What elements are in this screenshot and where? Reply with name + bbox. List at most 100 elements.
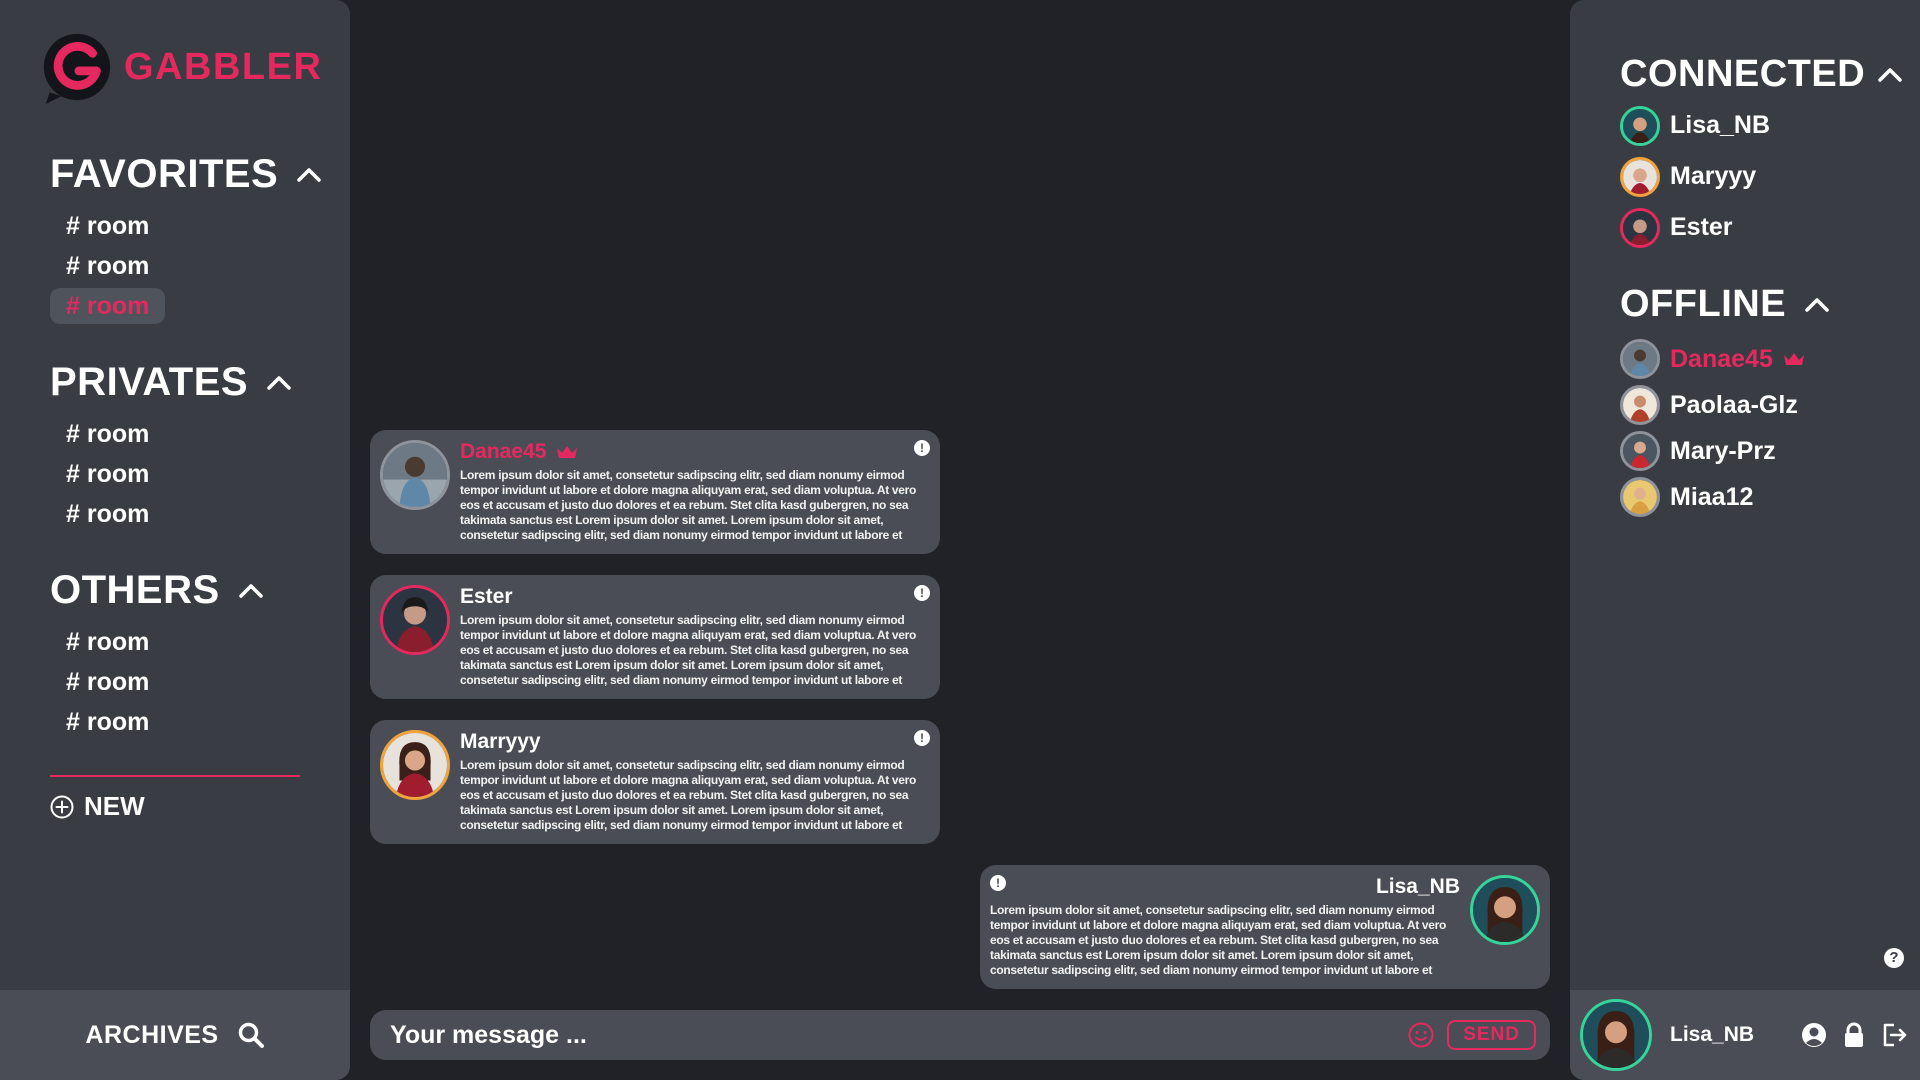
chevron-up-icon[interactable] xyxy=(1804,295,1830,313)
user-name: Maryyy xyxy=(1670,162,1757,190)
user-item[interactable]: Paolaa-Glz xyxy=(1620,382,1830,428)
user-item[interactable]: Maryyy xyxy=(1620,151,1903,202)
search-icon[interactable] xyxy=(237,1021,265,1049)
message-author[interactable]: Marryyy xyxy=(460,730,541,754)
room-item-active[interactable]: # room xyxy=(50,288,166,324)
room-list: # room # room # room xyxy=(50,208,322,328)
author-name: Marryyy xyxy=(460,730,541,753)
offline-section: OFFLINE Danae45 Paolaa-Glz Mary-Prz Miaa… xyxy=(1620,282,1830,520)
user-item[interactable]: Ester xyxy=(1620,202,1903,253)
chevron-up-icon[interactable] xyxy=(296,165,322,183)
avatar-image xyxy=(383,443,447,507)
room-item[interactable]: # room xyxy=(50,248,165,284)
chevron-up-icon[interactable] xyxy=(266,373,292,391)
info-icon[interactable]: ! xyxy=(914,730,930,746)
user-name: Ester xyxy=(1670,213,1733,241)
send-button[interactable]: SEND xyxy=(1447,1020,1536,1050)
message-card: Danae45 ! Lorem ipsum dolor sit amet, co… xyxy=(370,430,940,554)
archives-button[interactable]: ARCHIVES xyxy=(0,990,350,1080)
sidebar-divider xyxy=(50,775,300,777)
message-author[interactable]: Danae45 xyxy=(460,440,578,464)
avatar[interactable] xyxy=(1470,875,1540,945)
message-text: Lorem ipsum dolor sit amet, consetetur s… xyxy=(990,903,1447,977)
gabbler-logo-icon xyxy=(43,33,111,105)
connected-header[interactable]: CONNECTED xyxy=(1620,52,1903,96)
user-avatar xyxy=(1620,207,1660,248)
others-section: OTHERS # room # room # room xyxy=(50,566,264,744)
others-header[interactable]: OTHERS xyxy=(50,566,264,614)
message-text: Lorem ipsum dolor sit amet, consetetur s… xyxy=(460,758,917,832)
info-icon[interactable]: ! xyxy=(990,875,1006,891)
new-room-button[interactable]: NEW xyxy=(50,791,145,822)
user-item[interactable]: Lisa_NB xyxy=(1620,100,1903,151)
right-sidebar: CONNECTED Lisa_NB Maryyy Ester OFFLINE D… xyxy=(1570,0,1920,1080)
logout-icon[interactable] xyxy=(1880,1021,1908,1049)
room-item[interactable]: # room xyxy=(50,208,165,244)
section-title: OTHERS xyxy=(50,567,220,612)
user-name: Lisa_NB xyxy=(1670,111,1771,139)
section-title: CONNECTED xyxy=(1620,52,1866,95)
user-name: Paolaa-Glz xyxy=(1670,390,1798,419)
message-author[interactable]: Lisa_NB xyxy=(1376,875,1460,899)
avatar[interactable] xyxy=(380,585,450,655)
avatar[interactable] xyxy=(380,440,450,510)
chevron-up-icon[interactable] xyxy=(1877,65,1903,83)
user-avatar xyxy=(1620,339,1660,379)
user-item[interactable]: Miaa12 xyxy=(1620,474,1830,520)
room-list: # room # room # room xyxy=(50,416,292,536)
section-title: PRIVATES xyxy=(50,359,249,404)
message-text: Lorem ipsum dolor sit amet, consetetur s… xyxy=(460,468,917,542)
message-composer: SEND xyxy=(370,1010,1550,1060)
favorites-section: FAVORITES # room # room # room xyxy=(50,150,322,328)
archives-label: ARCHIVES xyxy=(85,1020,219,1049)
user-item[interactable]: Danae45 xyxy=(1620,336,1830,382)
info-icon[interactable]: ! xyxy=(914,440,930,456)
connected-list: Lisa_NB Maryyy Ester xyxy=(1620,100,1903,253)
message-text: Lorem ipsum dolor sit amet, consetetur s… xyxy=(460,613,917,687)
help-icon[interactable]: ? xyxy=(1884,948,1904,968)
brand[interactable]: GABBLER xyxy=(36,28,322,106)
room-item[interactable]: # room xyxy=(50,704,165,740)
brand-name: GABBLER xyxy=(124,45,323,88)
new-label: NEW xyxy=(84,791,145,821)
chevron-up-icon[interactable] xyxy=(238,581,264,599)
plus-circle-icon xyxy=(50,795,74,818)
room-item[interactable]: # room xyxy=(50,456,165,492)
user-name: Mary-Prz xyxy=(1670,436,1776,465)
lock-icon[interactable] xyxy=(1840,1021,1868,1049)
favorites-header[interactable]: FAVORITES xyxy=(50,150,322,198)
author-name: Ester xyxy=(460,585,513,608)
user-avatar xyxy=(1620,156,1660,197)
privates-header[interactable]: PRIVATES xyxy=(50,358,292,406)
avatar-image xyxy=(383,733,447,797)
section-title: FAVORITES xyxy=(50,151,279,196)
room-item[interactable]: # room xyxy=(50,624,165,660)
own-message-card: Lisa_NB ! Lorem ipsum dolor sit amet, co… xyxy=(980,865,1550,989)
crown-icon xyxy=(557,446,578,458)
user-avatar xyxy=(1620,105,1660,146)
profile-username: Lisa_NB xyxy=(1670,1023,1755,1046)
message-input[interactable] xyxy=(370,1010,1408,1060)
avatar-image xyxy=(383,588,447,652)
user-account-icon[interactable] xyxy=(1800,1021,1828,1049)
connected-section: CONNECTED Lisa_NB Maryyy Ester xyxy=(1620,52,1903,253)
message-author[interactable]: Ester xyxy=(460,585,513,609)
user-name: Danae45 xyxy=(1670,344,1773,373)
emoji-icon[interactable] xyxy=(1407,1021,1435,1049)
privates-section: PRIVATES # room # room # room xyxy=(50,358,292,536)
offline-header[interactable]: OFFLINE xyxy=(1620,282,1830,326)
info-icon[interactable]: ! xyxy=(914,585,930,601)
author-name: Lisa_NB xyxy=(1375,875,1460,898)
user-item[interactable]: Mary-Prz xyxy=(1620,428,1830,474)
room-item[interactable]: # room xyxy=(50,416,165,452)
profile-avatar[interactable] xyxy=(1580,999,1652,1071)
avatar[interactable] xyxy=(380,730,450,800)
room-item[interactable]: # room xyxy=(50,664,165,700)
user-avatar xyxy=(1620,477,1660,517)
room-list: # room # room # room xyxy=(50,624,264,744)
room-item[interactable]: # room xyxy=(50,496,165,532)
message-card: Marryyy ! Lorem ipsum dolor sit amet, co… xyxy=(370,720,940,844)
profile-actions xyxy=(1800,1021,1908,1049)
left-sidebar: GABBLER FAVORITES # room # room # room P… xyxy=(0,0,350,1080)
user-name: Miaa12 xyxy=(1670,482,1754,511)
